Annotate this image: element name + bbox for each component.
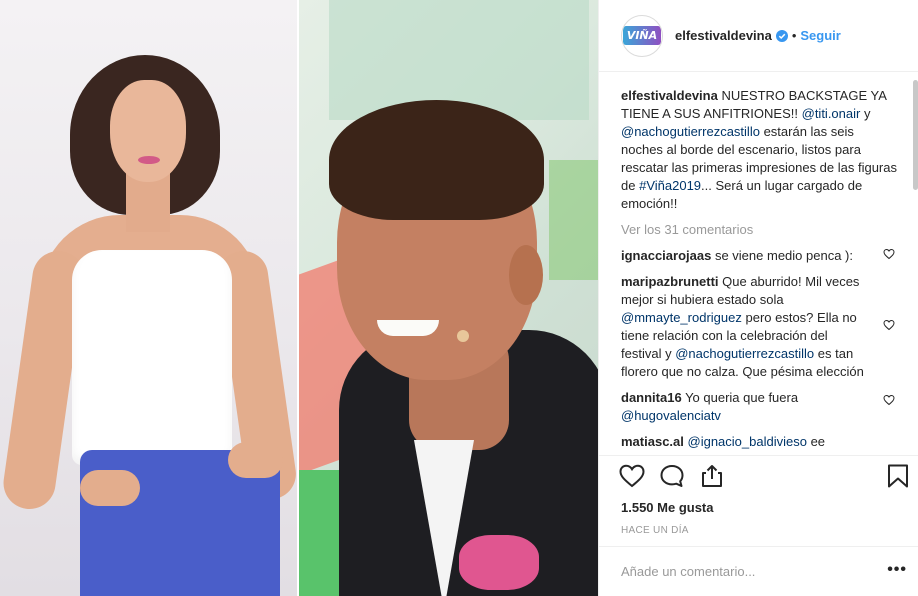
white-top [72, 250, 232, 465]
comment-item: matiasc.al @ignacio_baldivieso ee [621, 433, 897, 451]
share-icon[interactable] [699, 464, 725, 488]
avatar-logo: VIÑA [622, 26, 662, 45]
hair [329, 100, 544, 220]
smile [377, 320, 439, 336]
face [110, 80, 186, 182]
header-username[interactable]: elfestivaldevina [675, 28, 772, 43]
comment-username[interactable]: maripazbrunetti [621, 274, 719, 289]
bookmark-icon[interactable] [887, 464, 909, 488]
likes-count[interactable]: 1.550 Me gusta [621, 500, 714, 515]
photo-man [299, 0, 598, 596]
background-plant [549, 160, 598, 280]
follow-button[interactable]: Seguir [800, 28, 840, 43]
post-caption: elfestivaldevina NUESTRO BACKSTAGE YA TI… [621, 87, 897, 213]
comment-username[interactable]: ignacciarojaas [621, 248, 711, 263]
view-all-comments-link[interactable]: Ver los 31 comentarios [621, 221, 897, 239]
comments-scrollbar[interactable] [913, 80, 918, 190]
caption-text: y [863, 106, 871, 121]
post-sidebar: VIÑA elfestivaldevina • Seguir elfestiva… [598, 0, 918, 596]
comment-text: ee [810, 434, 826, 449]
caption-hashtag[interactable]: #Viña2019 [639, 178, 701, 193]
comment-text: Yo queria que fuera [685, 390, 799, 405]
like-comment-heart-icon[interactable] [883, 248, 895, 260]
comment-mention[interactable]: @ignacio_baldivieso [688, 434, 807, 449]
comment-mention[interactable]: @mmayte_rodriguez [621, 310, 742, 325]
hand-right [228, 442, 283, 478]
headset-mic [457, 330, 469, 342]
comment-username[interactable]: dannita16 [621, 390, 682, 405]
pocket-square [459, 535, 539, 590]
caption-mention[interactable]: @nachogutierrezcastillo [621, 124, 760, 139]
comment-item: maripazbrunetti Que aburrido! Mil veces … [621, 273, 897, 381]
comment-text: se viene medio penca ): [714, 248, 853, 263]
like-heart-icon[interactable] [619, 464, 645, 488]
add-comment-input[interactable] [621, 564, 871, 579]
post-timestamp[interactable]: HACE UN DÍA [621, 525, 689, 536]
avatar[interactable]: VIÑA [621, 14, 663, 57]
comment-item: dannita16 Yo queria que fuera @hugovalen… [621, 389, 897, 425]
more-options-icon[interactable]: ••• [887, 562, 907, 578]
caption-username[interactable]: elfestivaldevina [621, 88, 718, 103]
comments-list[interactable]: elfestivaldevina NUESTRO BACKSTAGE YA TI… [599, 73, 918, 455]
caption-mention[interactable]: @titi.onair [802, 106, 861, 121]
separator-dot: • [791, 28, 797, 43]
comment-bubble-icon[interactable] [659, 464, 685, 488]
post-image[interactable] [0, 0, 598, 596]
add-comment-bar: ••• [599, 546, 918, 596]
comment-username[interactable]: matiasc.al [621, 434, 684, 449]
like-comment-heart-icon[interactable] [883, 319, 895, 331]
action-icons [619, 464, 725, 488]
comment-mention[interactable]: @nachogutierrezcastillo [675, 346, 814, 361]
hand-left [80, 470, 140, 506]
like-comment-heart-icon[interactable] [883, 394, 895, 406]
post-actions: 1.550 Me gusta HACE UN DÍA ••• [599, 455, 918, 595]
verified-badge-icon [775, 29, 788, 42]
ear [509, 245, 543, 305]
lips [138, 156, 160, 164]
comment-mention[interactable]: @hugovalenciatv [621, 408, 721, 423]
post-header: VIÑA elfestivaldevina • Seguir [599, 0, 918, 72]
comment-item: ignacciarojaas se viene medio penca ): [621, 247, 897, 265]
photo-woman [0, 0, 297, 596]
